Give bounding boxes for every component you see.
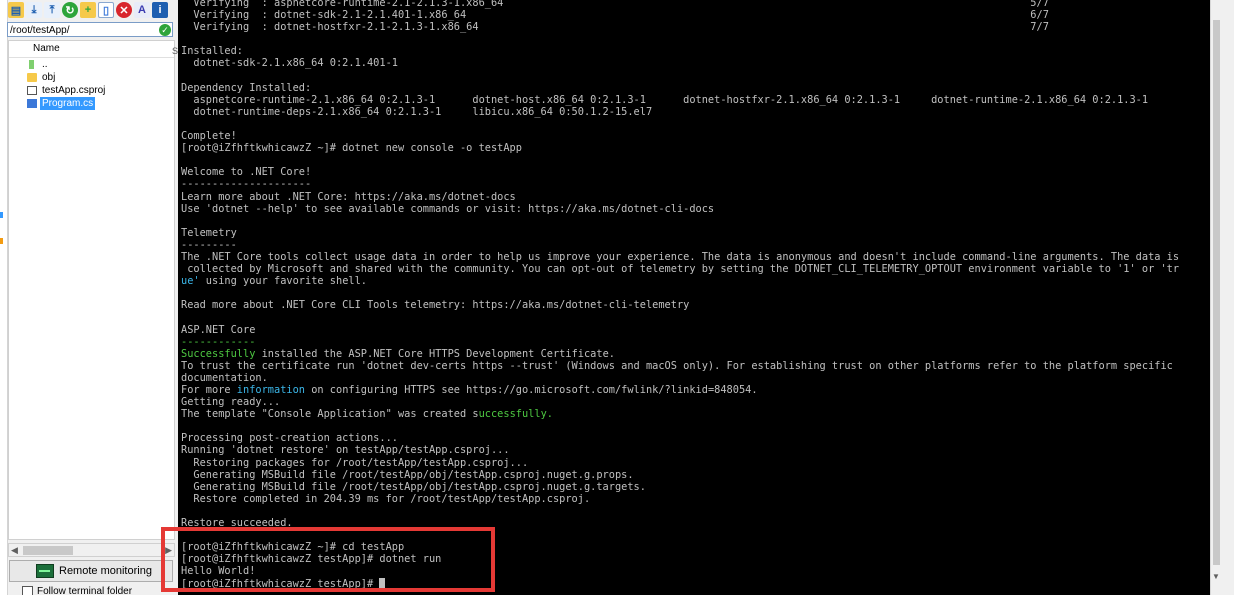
new-file-icon[interactable]: ▯	[98, 2, 114, 18]
terminal-line: Welcome to .NET Core!	[181, 166, 312, 179]
panel-edge	[0, 0, 8, 595]
file-toolbar: ▤ ⤓ ⤒ ↻ + ▯ ✕ A i	[8, 2, 168, 20]
terminal-line: ue' using your favorite shell.	[181, 275, 367, 288]
follow-terminal-folder[interactable]: Follow terminal folder	[22, 586, 132, 595]
terminal-line: Generating MSBuild file /root/testApp/ob…	[181, 480, 646, 493]
go-check-icon[interactable]: ✓	[159, 24, 171, 36]
remote-monitoring-label: Remote monitoring	[59, 565, 152, 577]
follow-label: Follow terminal folder	[37, 586, 133, 595]
edge-marker	[0, 212, 3, 218]
terminal-line: Installed:	[181, 45, 243, 58]
file-panel: ▤ ⤓ ⤒ ↻ + ▯ ✕ A i /root/testApp/ ✓ Name …	[0, 0, 178, 595]
hscroll-thumb[interactable]	[23, 546, 73, 555]
path-text: /root/testApp/	[10, 25, 70, 36]
colored-text: information	[236, 384, 305, 396]
download-icon[interactable]: ⤓	[26, 2, 42, 18]
open-folder-icon[interactable]: ▤	[8, 2, 24, 18]
terminal-line: ------------	[181, 336, 255, 348]
edge-marker	[0, 238, 3, 244]
upload-icon[interactable]: ⤒	[44, 2, 60, 18]
terminal[interactable]: Verifying : aspnetcore-runtime-2.1-2.1.3…	[178, 0, 1222, 595]
terminal-line: Processing post-creation actions...	[181, 432, 398, 445]
monitor-icon	[36, 564, 54, 578]
terminal-line: To trust the certificate run 'dotnet dev…	[181, 359, 1173, 372]
terminal-line: For more information on configuring HTTP…	[181, 384, 758, 396]
file-row-program-cs[interactable]: Program.cs	[9, 97, 174, 110]
parent-folder-icon	[29, 60, 34, 69]
terminal-line: Verifying : dotnet-hostfxr-2.1-2.1.3-1.x…	[181, 21, 1049, 34]
terminal-line: ASP.NET Core	[181, 323, 256, 336]
file-list: Name S .. obj testApp.csproj Program.cs	[8, 40, 178, 540]
info-icon[interactable]: i	[152, 2, 168, 18]
new-folder-icon[interactable]: +	[80, 2, 96, 18]
terminal-line: The .NET Core tools collect usage data i…	[181, 250, 1180, 263]
column-name[interactable]: Name	[33, 41, 60, 57]
terminal-line: Dependency Installed:	[181, 81, 312, 94]
file-list-hscrollbar[interactable]: ◀ ▶	[8, 543, 175, 557]
terminal-line: Learn more about .NET Core: https://aka.…	[181, 190, 516, 203]
terminal-output: Verifying : aspnetcore-runtime-2.1-2.1.3…	[181, 0, 1179, 590]
scroll-left-icon[interactable]: ◀	[11, 544, 18, 556]
terminal-line: Restore completed in 204.39 ms for /root…	[181, 492, 591, 505]
terminal-line: documentation.	[181, 371, 268, 384]
file-name: testApp.csproj	[42, 85, 106, 96]
terminal-line: [root@iZfhftkwhicawzZ ~]# dotnet new con…	[181, 142, 522, 155]
csharp-file-icon	[27, 99, 37, 108]
refresh-icon[interactable]: ↻	[62, 2, 78, 18]
follow-checkbox[interactable]	[22, 586, 33, 595]
terminal-line: dotnet-sdk-2.1.x86_64 0:2.1.401-1	[181, 57, 398, 70]
terminal-line: ---------------------	[181, 178, 312, 191]
terminal-line: Complete!	[181, 130, 237, 143]
terminal-line: Getting ready...	[181, 396, 281, 409]
terminal-line: Use 'dotnet --help' to see available com…	[181, 202, 715, 215]
terminal-line: ---------	[181, 238, 237, 251]
file-row-obj[interactable]: obj	[9, 71, 174, 84]
colored-text: Successfully	[181, 347, 256, 360]
file-row-csproj[interactable]: testApp.csproj	[9, 84, 174, 97]
path-input[interactable]: /root/testApp/ ✓	[7, 22, 173, 37]
colored-text: ------------	[181, 335, 256, 348]
text-mode-icon[interactable]: A	[134, 2, 150, 18]
file-list-header: Name S	[9, 41, 178, 58]
terminal-line: The template "Console Application" was c…	[181, 408, 553, 421]
terminal-line: aspnetcore-runtime-2.1.x86_64 0:2.1.3-1 …	[181, 93, 1149, 106]
highlight-box	[161, 527, 495, 592]
terminal-line: Generating MSBuild file /root/testApp/ob…	[181, 468, 634, 481]
file-row-parent[interactable]: ..	[9, 58, 174, 71]
terminal-line: collected by Microsoft and shared with t…	[181, 263, 1180, 276]
file-icon	[27, 86, 37, 95]
folder-icon	[27, 73, 37, 82]
scroll-down-icon[interactable]: ▼	[1212, 572, 1220, 581]
delete-icon[interactable]: ✕	[116, 2, 132, 18]
file-name: ..	[42, 59, 48, 70]
terminal-vscrollbar[interactable]: ▼	[1210, 0, 1222, 595]
terminal-line: Successfully installed the ASP.NET Core …	[181, 347, 615, 360]
colored-text: ue'	[181, 275, 200, 288]
file-name: Program.cs	[40, 97, 96, 110]
terminal-line: Read more about .NET Core CLI Tools tele…	[181, 299, 690, 312]
file-name: obj	[42, 72, 56, 83]
terminal-line: Restoring packages for /root/testApp/tes…	[181, 456, 529, 469]
terminal-line: Verifying : dotnet-sdk-2.1-2.1.401-1.x86…	[181, 9, 1049, 22]
terminal-line: Verifying : aspnetcore-runtime-2.1-2.1.3…	[181, 0, 1049, 9]
terminal-line: dotnet-runtime-deps-2.1.x86_64 0:2.1.3-1…	[181, 105, 653, 118]
colored-text: uccessfully.	[478, 408, 553, 421]
terminal-line: Telemetry	[181, 226, 237, 239]
remote-monitoring-button[interactable]: Remote monitoring	[9, 560, 173, 582]
terminal-line: Running 'dotnet restore' on testApp/test…	[181, 444, 510, 457]
vscroll-thumb[interactable]	[1213, 20, 1220, 565]
